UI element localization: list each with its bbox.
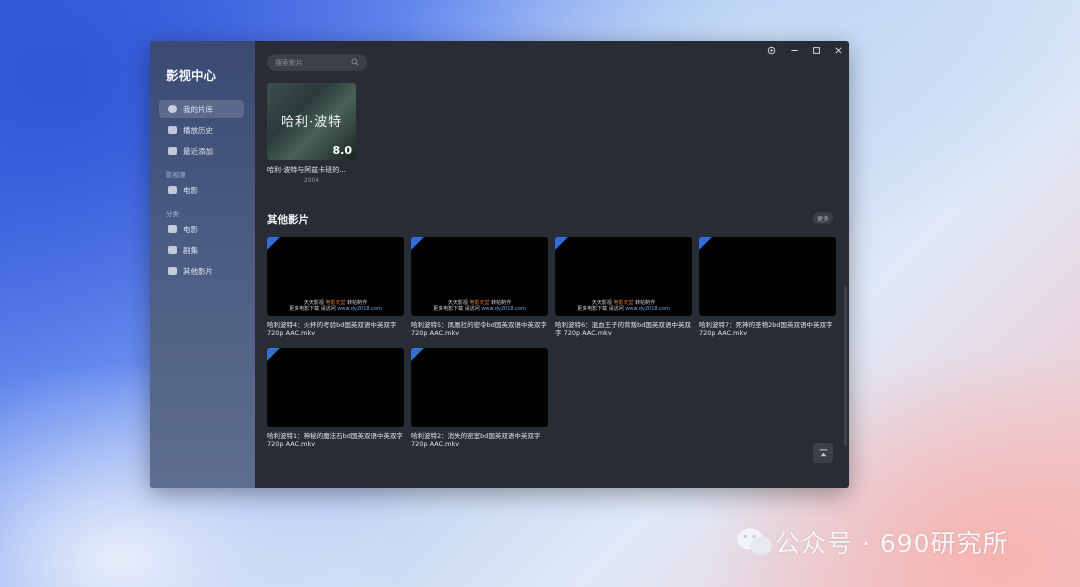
video-title[interactable]: 哈利波特7：死神的圣物2bd国英双语中英双字720p AAC.mkv: [699, 321, 836, 337]
video-title[interactable]: 哈利波特6：混血王子的背叛bd国英双语中英双字 720p AAC.mkv: [555, 321, 692, 337]
video-title[interactable]: 哈利波特1：神秘的魔法石bd国英双语中英双字720p AAC.mkv: [267, 432, 404, 448]
sidebar-item-category-movies[interactable]: 电影: [159, 220, 244, 238]
video-card[interactable]: [699, 237, 836, 316]
section-label-source: 影视源: [166, 171, 186, 179]
film-reel-icon: [168, 105, 177, 113]
sidebar-item-label: 电影: [183, 185, 198, 195]
scrollbar[interactable]: [844, 286, 847, 446]
section-label-category: 分类: [166, 210, 179, 218]
recent-icon: [168, 147, 177, 155]
corner-badge: [699, 237, 712, 250]
sidebar-item-recent[interactable]: 最近添加: [159, 142, 244, 160]
maximize-icon[interactable]: [809, 43, 823, 57]
corner-badge: [267, 237, 280, 250]
main-content: 搜索影片 哈利·波特 8.0 哈利·波特与阿兹卡班的... 2004 其他影片 …: [255, 41, 849, 488]
video-title[interactable]: 哈利波特2：消失的密室bd国英双语中英双字720p AAC.mkv: [411, 432, 548, 448]
app-window: 影视中心 我的片库 播放历史 最近添加 影视源 电影 分类 电影 剧集 其他影片…: [150, 41, 849, 488]
video-watermark: 天天影视 电影天堂 转帖制作 更多电影下载 请访问 www.dy2018.com: [433, 300, 526, 312]
video-card[interactable]: 天天影视 电影天堂 转帖制作 更多电影下载 请访问 www.dy2018.com: [267, 237, 404, 316]
app-title: 影视中心: [166, 68, 217, 83]
featured-poster[interactable]: 哈利·波特 8.0: [267, 83, 356, 160]
video-card[interactable]: 天天影视 电影天堂 转帖制作 更多电影下载 请访问 www.dy2018.com: [555, 237, 692, 316]
sidebar-item-history[interactable]: 播放历史: [159, 121, 244, 139]
section-title-other: 其他影片: [267, 214, 309, 226]
list-icon: [168, 267, 177, 275]
tv-icon: [168, 246, 177, 254]
minimize-icon[interactable]: [787, 43, 801, 57]
video-icon: [168, 126, 177, 134]
folder-icon: [168, 186, 177, 194]
car-icon: [168, 225, 177, 233]
wechat-icon: [737, 528, 772, 555]
watermark-text: 公众号 · 690研究所: [775, 529, 1009, 558]
search-icon[interactable]: [351, 58, 359, 66]
video-title[interactable]: 哈利波特5：凤凰社的密令bd国英双语中英双字720p AAC.mkv: [411, 321, 548, 337]
back-to-top-button[interactable]: [813, 443, 833, 463]
video-card[interactable]: [267, 348, 404, 427]
video-card[interactable]: [411, 348, 548, 427]
close-icon[interactable]: [831, 43, 845, 57]
featured-year: 2004: [303, 177, 320, 184]
video-watermark: 天天影视 电影天堂 转帖制作 更多电影下载 请访问 www.dy2018.com: [577, 300, 670, 312]
sidebar-item-label: 最近添加: [183, 146, 213, 156]
sidebar-item-source-movies[interactable]: 电影: [159, 181, 244, 199]
more-button[interactable]: 更多: [813, 212, 833, 224]
sidebar-item-label: 其他影片: [183, 266, 213, 276]
desktop-watermark: 公众号 · 690研究所: [735, 524, 1009, 560]
poster-title-art: 哈利·波特: [281, 115, 343, 130]
sidebar-item-label: 播放历史: [183, 125, 213, 135]
search-input[interactable]: 搜索影片: [267, 54, 367, 71]
sidebar-item-library[interactable]: 我的片库: [159, 100, 244, 118]
settings-icon[interactable]: [764, 43, 778, 57]
video-card[interactable]: 天天影视 电影天堂 转帖制作 更多电影下载 请访问 www.dy2018.com: [411, 237, 548, 316]
sidebar-item-label: 剧集: [183, 245, 198, 255]
sidebar-item-category-series[interactable]: 剧集: [159, 241, 244, 259]
rating-badge: 8.0: [332, 144, 353, 157]
sidebar-item-label: 我的片库: [183, 104, 213, 114]
video-watermark: 天天影视 电影天堂 转帖制作 更多电影下载 请访问 www.dy2018.com: [289, 300, 382, 312]
corner-badge: [267, 348, 280, 361]
corner-badge: [411, 348, 424, 361]
corner-badge: [411, 237, 424, 250]
sidebar: 影视中心 我的片库 播放历史 最近添加 影视源 电影 分类 电影 剧集 其他影片: [150, 41, 255, 488]
video-title[interactable]: 哈利波特4：火杯的考验bd国英双语中英双字720p AAC.mkv: [267, 321, 404, 337]
corner-badge: [555, 237, 568, 250]
arrow-up-icon: [819, 448, 827, 456]
sidebar-item-label: 电影: [183, 224, 198, 234]
featured-title[interactable]: 哈利·波特与阿兹卡班的...: [267, 165, 346, 175]
sidebar-item-category-other[interactable]: 其他影片: [159, 262, 244, 280]
